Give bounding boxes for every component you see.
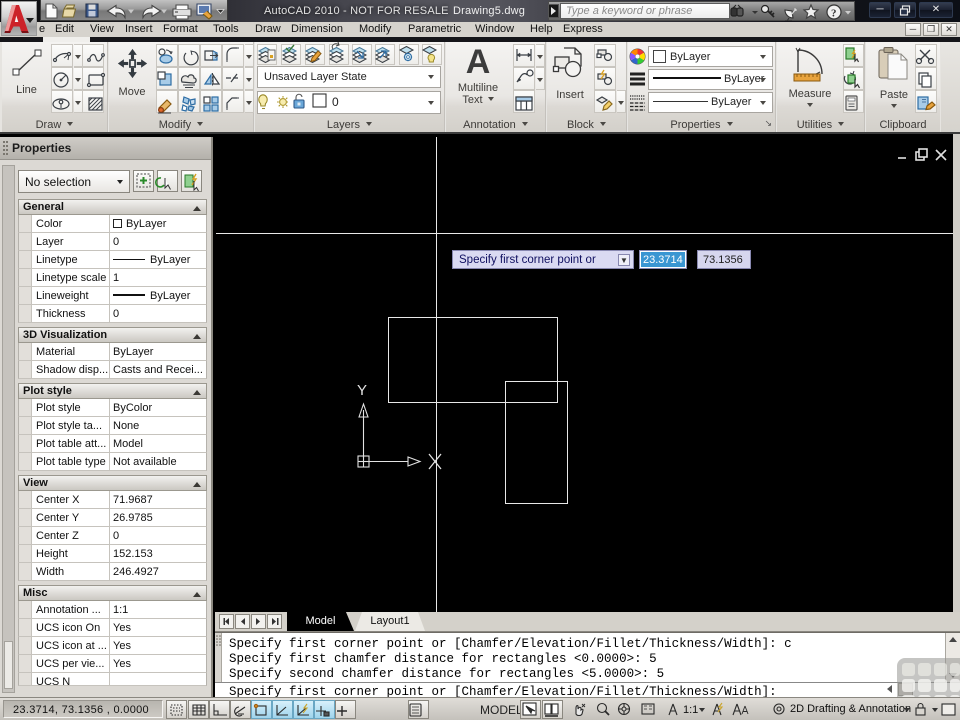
svg-text:Y: Y [357,382,367,399]
svg-text:1:1: 1:1 [683,704,698,716]
svg-text:0: 0 [332,95,339,109]
svg-text:?: ? [831,8,837,20]
